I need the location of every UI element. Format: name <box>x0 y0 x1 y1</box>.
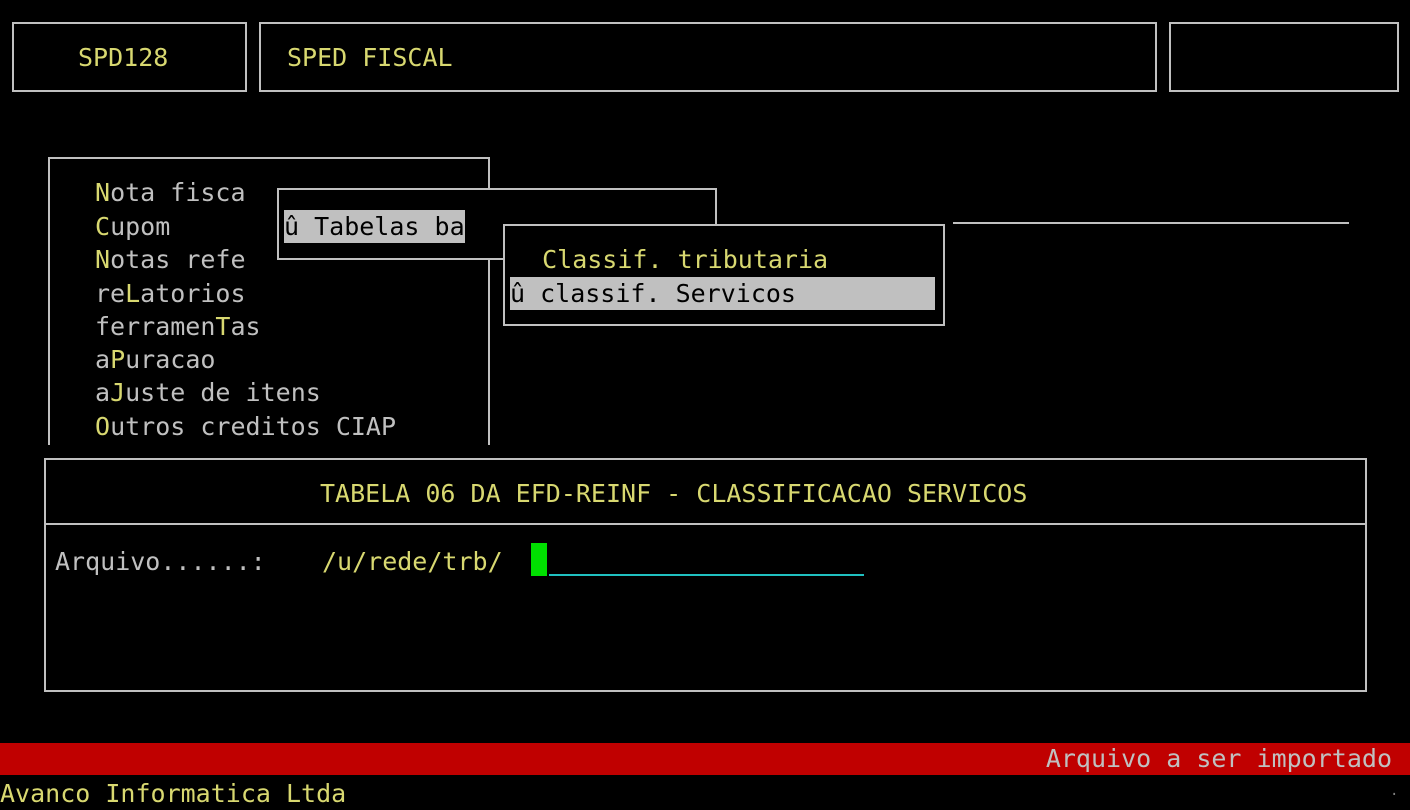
program-title: SPED FISCAL <box>287 43 453 72</box>
menu-hotkey: P <box>110 345 126 374</box>
dialog-title-divider <box>46 523 1365 525</box>
menu-item-nota-fiscal[interactable]: Nota fisca <box>95 176 246 209</box>
menu-item-notas-referenciadas[interactable]: Notas refe <box>95 243 246 276</box>
menu-item-ajuste-de-itens[interactable]: aJuste de itens <box>95 376 321 409</box>
menu-item-cupom[interactable]: Cupom <box>95 210 170 243</box>
menu-item-prefix: a <box>95 378 111 407</box>
program-code: SPD128 <box>78 43 169 72</box>
menu-item-label: as <box>230 312 261 341</box>
menu-hotkey: L <box>125 279 141 308</box>
sub-submenu-item-classif-tributaria[interactable]: Classif. tributaria <box>512 243 828 276</box>
menu-item-prefix: re <box>95 279 126 308</box>
menu-item-label: uracao <box>125 345 216 374</box>
submenu-item-tabelas-basicas[interactable]: û Tabelas ba <box>284 210 465 243</box>
menu-item-ferramentas[interactable]: ferramenTas <box>95 310 261 343</box>
corner-mark: . <box>1390 783 1399 799</box>
menu-item-apuracao[interactable]: aPuracao <box>95 343 215 376</box>
menu-hotkey: J <box>110 378 126 407</box>
header-right-box <box>1169 22 1399 92</box>
company-name: Avanco Informatica Ltda <box>0 779 347 808</box>
menu-item-label: otas refe <box>110 245 246 274</box>
menu-hotkey: N <box>95 245 111 274</box>
menu-hotkey: O <box>95 412 111 441</box>
status-message: Arquivo a ser importado <box>1045 744 1392 773</box>
menu-bar-rule <box>953 222 1349 224</box>
menu-hotkey: C <box>95 212 111 241</box>
menu-hotkey: N <box>95 178 111 207</box>
menu-item-label: utros creditos CIAP <box>110 412 397 441</box>
dialog-title: TABELA 06 DA EFD-REINF - CLASSIFICACAO S… <box>320 479 1028 508</box>
file-field-value[interactable]: /u/rede/trb/ <box>322 545 503 578</box>
file-field-label: Arquivo......: <box>55 547 266 576</box>
file-field-underline[interactable] <box>549 574 864 576</box>
sub-submenu-item-classif-servicos[interactable]: û classif. Servicos <box>510 277 935 310</box>
menu-item-label: ota fisca <box>110 178 246 207</box>
menu-item-outros-creditos-ciap[interactable]: Outros creditos CIAP <box>95 410 396 443</box>
menu-item-prefix: ferramen <box>95 312 216 341</box>
menu-item-prefix: a <box>95 345 111 374</box>
menu-item-relatorios[interactable]: reLatorios <box>95 277 246 310</box>
menu-item-label: atorios <box>140 279 246 308</box>
text-cursor <box>531 543 547 576</box>
menu-item-label: upom <box>110 212 171 241</box>
sub-submenu-item-label: û classif. Servicos <box>510 279 796 308</box>
menu-item-label: uste de itens <box>125 378 321 407</box>
menu-hotkey: T <box>215 312 231 341</box>
